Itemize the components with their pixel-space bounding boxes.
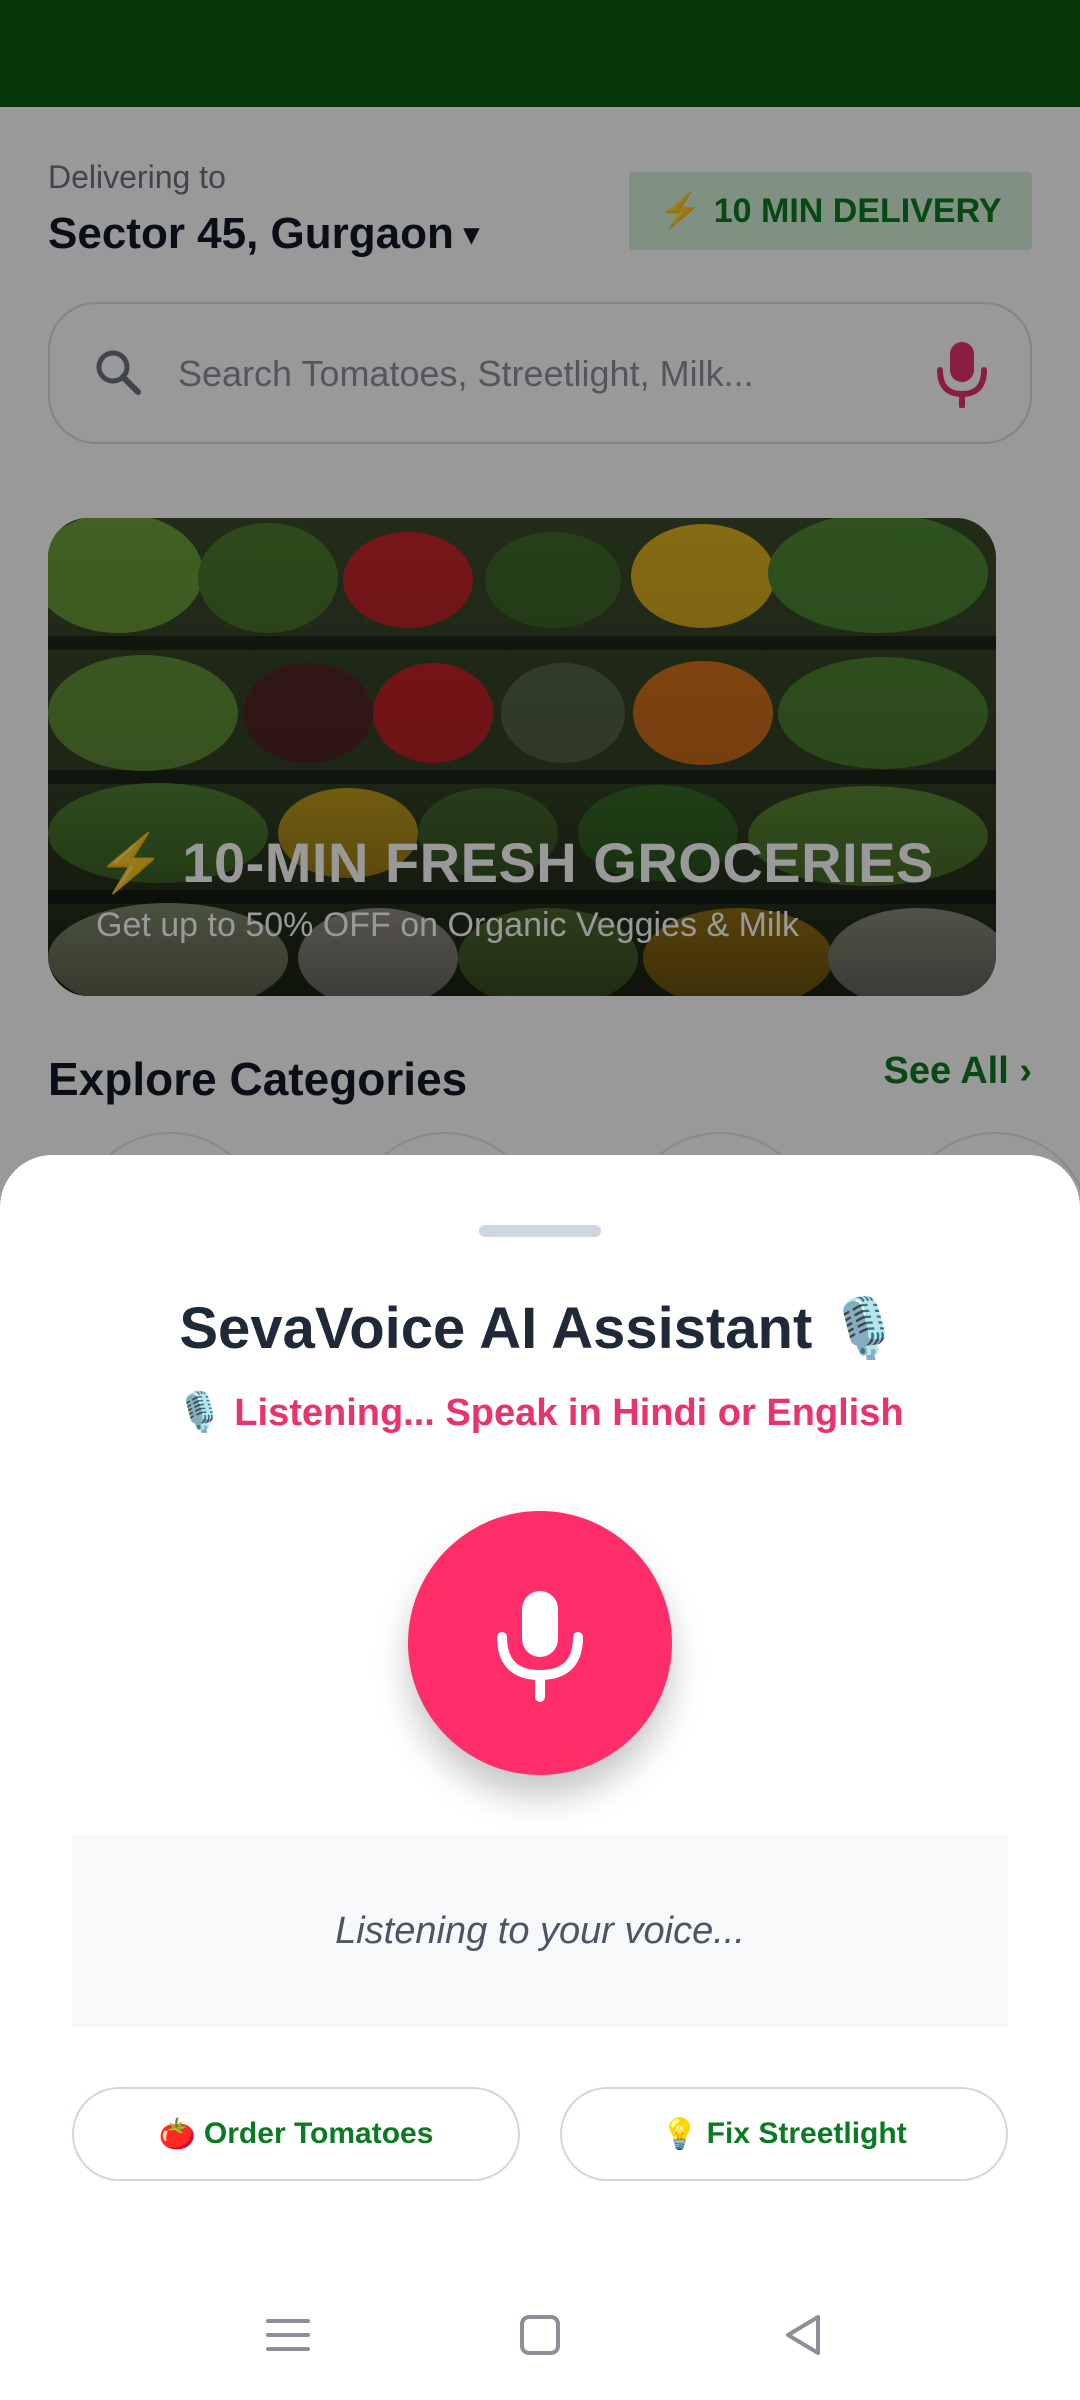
microphone-emoji-icon: 🎙️	[828, 1296, 901, 1361]
system-nav-bar	[0, 2265, 1080, 2400]
microphone-emoji-icon: 🎙️	[176, 1392, 224, 1434]
voice-assistant-sheet: SevaVoice AI Assistant 🎙️ 🎙️ Listening..…	[0, 1155, 1080, 2265]
lightbulb-icon: 💡	[661, 2117, 699, 2151]
voice-transcript: Listening to your voice...	[72, 1835, 1008, 2027]
record-voice-button[interactable]	[408, 1511, 672, 1775]
sheet-title: SevaVoice AI Assistant 🎙️	[0, 1295, 1080, 1363]
suggestion-order-tomatoes[interactable]: 🍅 Order Tomatoes	[72, 2087, 520, 2181]
listening-status: 🎙️ Listening... Speak in Hindi or Englis…	[0, 1391, 1080, 1435]
home-icon[interactable]	[512, 2307, 568, 2363]
back-icon[interactable]	[776, 2307, 832, 2363]
drag-handle[interactable]	[479, 1225, 601, 1237]
listening-status-text: Listening... Speak in Hindi or English	[234, 1392, 904, 1434]
suggestion-label: Fix Streetlight	[706, 2117, 907, 2150]
sheet-title-text: SevaVoice AI Assistant	[179, 1296, 813, 1361]
suggestion-fix-streetlight[interactable]: 💡 Fix Streetlight	[560, 2087, 1008, 2181]
suggestion-label: Order Tomatoes	[203, 2117, 434, 2150]
tomato-icon: 🍅	[158, 2117, 196, 2151]
menu-icon[interactable]	[260, 2307, 316, 2363]
microphone-icon	[497, 1591, 583, 1702]
